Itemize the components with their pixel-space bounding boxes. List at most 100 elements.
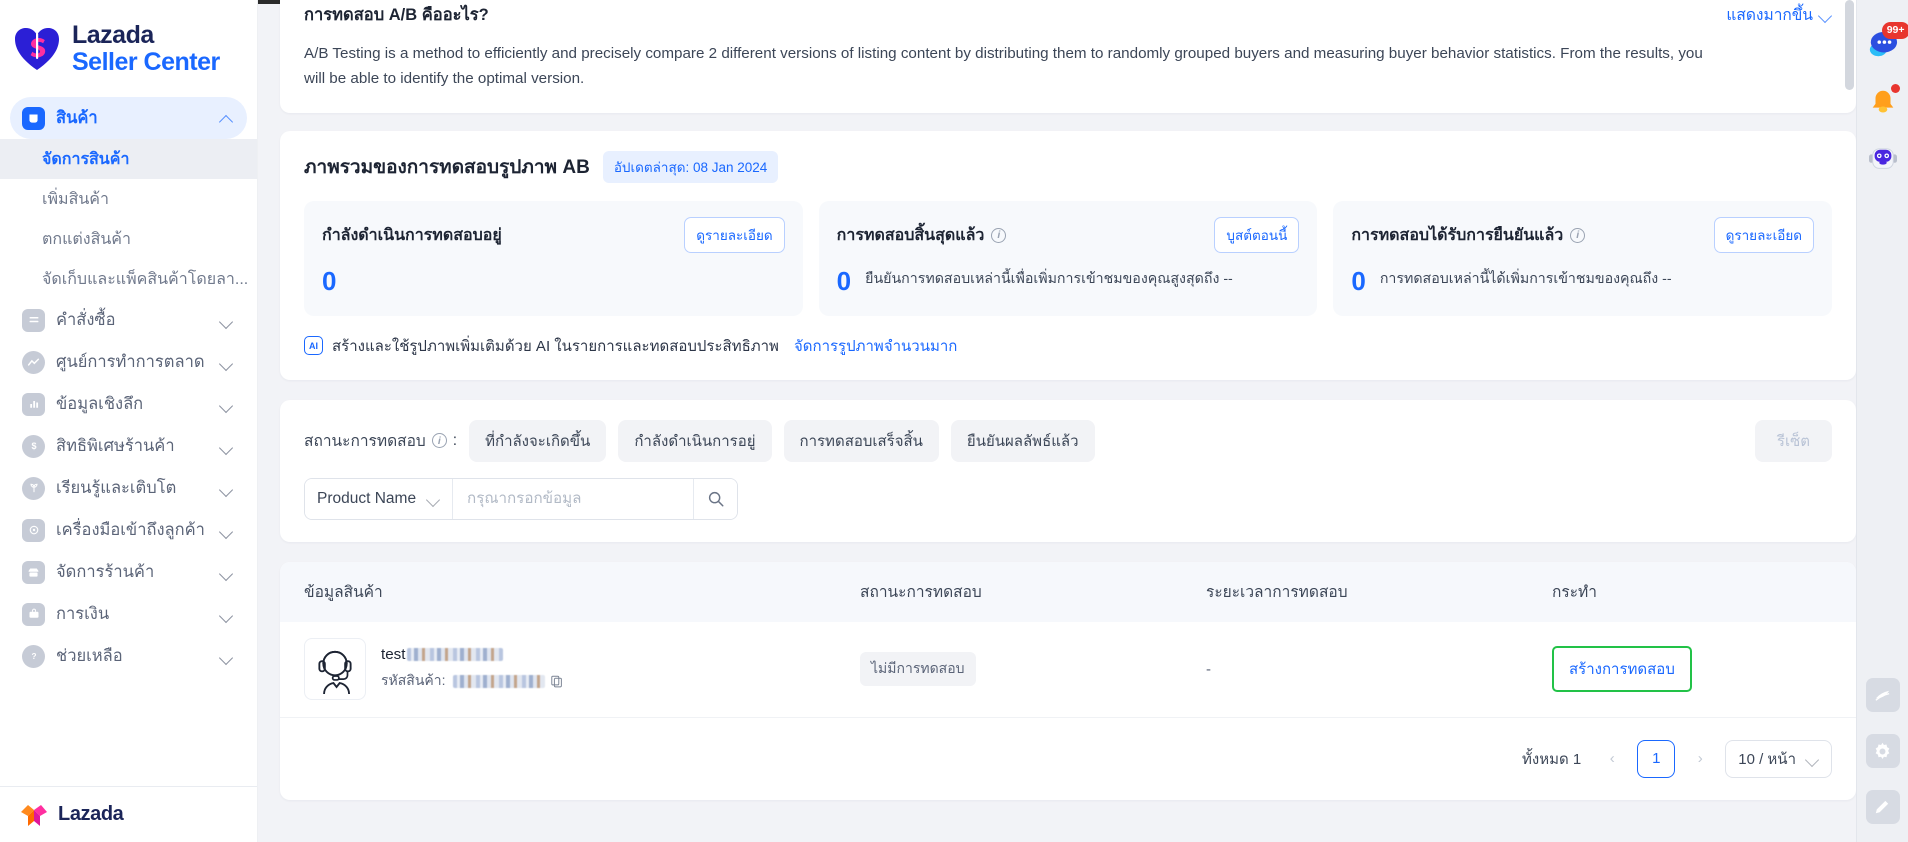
table-row: test รหัสสินค้า: ไม่มีการทดสอบ - สร้างกา… (280, 622, 1856, 718)
product-name: test (381, 646, 563, 663)
show-more-label: แสดงมากขึ้น (1726, 7, 1813, 24)
page-scrollbar-thumb[interactable] (1845, 0, 1854, 90)
lazada-heart-icon (14, 27, 60, 71)
sidebar-subitem-label: จัดการสินค้า (42, 150, 130, 168)
table-header-action: กระทำ (1552, 584, 1597, 602)
gear-icon[interactable] (1865, 734, 1900, 768)
reset-button[interactable]: รีเซ็ต (1754, 419, 1832, 462)
view-details-button[interactable]: ดูรายละเอียด (1713, 217, 1815, 254)
overview-stat-row: กำลังดำเนินการทดสอบอยู่ ดูรายละเอียด 0 ก… (304, 201, 1833, 316)
search-box: Product Name (304, 477, 738, 520)
status-pill-confirmed[interactable]: ยืนยันผลลัพธ์แล้ว (950, 419, 1095, 462)
brand-line-2: Seller Center (72, 47, 220, 76)
sidebar-item-insights[interactable]: ข้อมูลเชิงลึก (10, 383, 247, 425)
sidebar-subitem-manage-products[interactable]: จัดการสินค้า (0, 139, 257, 179)
sidebar-item-benefits[interactable]: $ สิทธิพิเศษร้านค้า (10, 425, 247, 467)
search-input[interactable] (453, 478, 693, 519)
bulk-image-management-link[interactable]: จัดการรูปภาพจำนวนมาก (794, 334, 957, 358)
finance-icon (22, 602, 45, 626)
test-status-cell: ไม่มีการทดสอบ (860, 652, 1206, 687)
info-icon[interactable]: i (991, 227, 1007, 243)
edit-icon[interactable] (1865, 790, 1900, 824)
test-duration-cell: - (1206, 660, 1211, 678)
sidebar-subitem-add-product[interactable]: เพิ่มสินค้า (0, 179, 257, 219)
chevron-down-icon (220, 566, 233, 579)
chat-icon[interactable]: 99+ (1865, 22, 1908, 62)
stat-description: การทดสอบเหล่านี้ได้เพิ่มการเข้าชมของคุณถ… (1379, 271, 1672, 288)
show-more-toggle[interactable]: แสดงมากขึ้น (1726, 2, 1832, 27)
app-root: Lazada Seller Center สินค้า จัดการสินค้า… (0, 0, 1908, 842)
sidebar-item-label: สิทธิพิเศษร้านค้า (56, 437, 175, 455)
status-pill-upcoming[interactable]: ที่กำลังจะเกิดขึ้น (469, 419, 607, 462)
sidebar-item-label: จัดการร้านค้า (56, 563, 155, 581)
sidebar-item-learn-grow[interactable]: เรียนรู้และเติบโต (10, 467, 247, 509)
sidebar-item-finance[interactable]: การเงิน (10, 593, 247, 635)
stat-body: 0 (322, 265, 785, 298)
view-details-button[interactable]: ดูรายละเอียด (684, 217, 785, 254)
sidebar-subitem-fulfilment[interactable]: จัดเก็บและแพ็คสินค้าโดยลา... (0, 259, 257, 299)
chevron-down-icon (220, 440, 233, 453)
table-header-product: ข้อมูลสินค้า (304, 584, 383, 602)
search-field-select[interactable]: Product Name (305, 478, 453, 519)
status-filter-text: สถานะการทดสอบ (304, 433, 426, 451)
table-header-row: ข้อมูลสินค้า สถานะการทดสอบ ระยะเวลาการทด… (280, 561, 1856, 622)
stat-top: การทดสอบสิ้นสุดแล้ว i บูสต์ตอนนี้ (836, 217, 1300, 254)
pagination-next-button[interactable]: › (1687, 746, 1713, 772)
sidebar-item-customer-reach[interactable]: เครื่องมือเข้าถึงลูกค้า (10, 509, 247, 551)
copy-icon[interactable] (550, 674, 563, 688)
brand-line-1: Lazada (72, 21, 154, 49)
stat-title-label: กำลังดำเนินการทดสอบอยู่ (322, 226, 502, 244)
chevron-down-icon (220, 398, 233, 411)
status-filter-label: สถานะการทดสอบ i : (304, 428, 457, 453)
create-test-button[interactable]: สร้างการทดสอบ (1552, 646, 1692, 693)
pagination-page-1[interactable]: 1 (1637, 739, 1676, 778)
status-filter-row: สถานะการทดสอบ i : ที่กำลังจะเกิดขึ้น กำล… (304, 419, 1832, 462)
brand-logo[interactable]: Lazada Seller Center (0, 0, 257, 93)
stat-value: 0 (322, 266, 337, 297)
sidebar-footer-logo[interactable]: Lazada (0, 786, 257, 842)
sidebar: Lazada Seller Center สินค้า จัดการสินค้า… (0, 0, 258, 842)
note-icon[interactable] (1865, 678, 1900, 712)
search-button[interactable] (693, 478, 737, 519)
orders-icon (22, 308, 45, 332)
info-icon[interactable]: i (1570, 227, 1586, 243)
reach-icon (22, 518, 45, 542)
stat-top: กำลังดำเนินการทดสอบอยู่ ดูรายละเอียด (322, 217, 785, 254)
sidebar-item-label: คำสั่งซื้อ (56, 311, 116, 329)
products-table-card: ข้อมูลสินค้า สถานะการทดสอบ ระยะเวลาการทด… (280, 561, 1856, 800)
stat-value: 0 (836, 266, 852, 297)
overview-header: ภาพรวมของการทดสอบรูปภาพ AB อัปเดตล่าสุด:… (304, 151, 1832, 184)
redacted-sku-block (452, 674, 545, 688)
robot-icon[interactable] (1865, 142, 1901, 178)
sidebar-subitem-decorate-product[interactable]: ตกแต่งสินค้า (0, 219, 257, 259)
status-pill-running[interactable]: กำลังดำเนินการอยู่ (618, 419, 772, 462)
status-pill-finished[interactable]: การทดสอบเสร็จสิ้น (783, 419, 939, 462)
redacted-name-block (407, 648, 504, 662)
page-size-select[interactable]: 10 / หน้า (1725, 739, 1832, 778)
chevron-down-icon (220, 356, 233, 369)
boost-now-button[interactable]: บูสต์ตอนนี้ (1214, 217, 1300, 254)
search-row: Product Name (304, 477, 1832, 520)
search-icon (708, 491, 724, 507)
pagination-prev-button[interactable]: ‹ (1599, 746, 1625, 772)
ai-promo-line: AI สร้างและใช้รูปภาพเพิ่มเติมด้วย AI ในร… (304, 334, 1832, 358)
sidebar-item-marketing[interactable]: ศูนย์การทำการตลาด (10, 341, 247, 383)
sidebar-item-store-management[interactable]: จัดการร้านค้า (10, 551, 247, 593)
stat-description: ยืนยันการทดสอบเหล่านี้เพื่อเพิ่มการเข้าช… (865, 271, 1233, 288)
product-thumbnail (304, 638, 366, 701)
stat-title-label: การทดสอบสิ้นสุดแล้ว (836, 226, 985, 244)
stat-body: 0 การทดสอบเหล่านี้ได้เพิ่มการเข้าชมของคุ… (1351, 265, 1814, 298)
chevron-down-icon (1806, 752, 1819, 765)
info-icon[interactable]: i (431, 433, 447, 449)
sidebar-footer-label: Lazada (58, 803, 124, 825)
action-cell: สร้างการทดสอบ (1552, 646, 1832, 693)
ai-promo-text: สร้างและใช้รูปภาพเพิ่มเติมด้วย AI ในรายก… (332, 337, 779, 355)
sidebar-subitem-label: ตกแต่งสินค้า (42, 230, 131, 248)
sidebar-item-orders[interactable]: คำสั่งซื้อ (10, 299, 247, 341)
last-updated-badge: อัปเดตล่าสุด: 08 Jan 2024 (602, 151, 779, 184)
product-cell: test รหัสสินค้า: (304, 638, 860, 701)
stat-title: กำลังดำเนินการทดสอบอยู่ (322, 223, 502, 248)
sidebar-item-products[interactable]: สินค้า (10, 97, 247, 139)
sidebar-item-help[interactable]: ? ช่วยเหลือ (10, 635, 247, 677)
bell-icon[interactable] (1865, 84, 1901, 120)
